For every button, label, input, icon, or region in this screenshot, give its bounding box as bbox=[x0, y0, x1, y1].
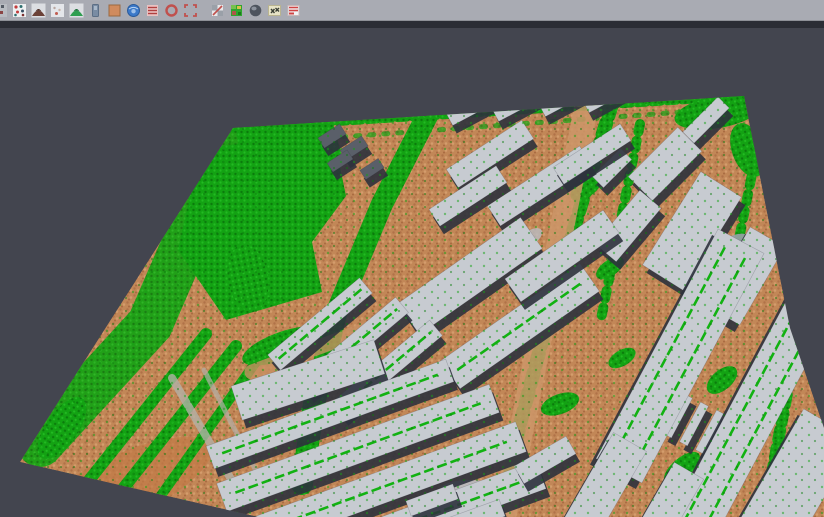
ground-class-icon[interactable] bbox=[31, 3, 46, 18]
measure-lines-icon[interactable] bbox=[145, 3, 160, 18]
circle-select-icon[interactable] bbox=[164, 3, 179, 18]
application-window bbox=[0, 0, 824, 517]
area-select-icon[interactable] bbox=[107, 3, 122, 18]
profile-tool-icon[interactable] bbox=[88, 3, 103, 18]
toolbar-separator bbox=[0, 21, 824, 28]
point-cloud-scene bbox=[0, 28, 824, 517]
vegetation-class-icon[interactable] bbox=[69, 3, 84, 18]
globe-tool-icon[interactable] bbox=[126, 3, 141, 18]
cross-section-icon[interactable] bbox=[267, 3, 282, 18]
classification-map-icon[interactable] bbox=[229, 3, 244, 18]
3d-viewport[interactable] bbox=[0, 28, 824, 517]
crop-brackets-icon[interactable] bbox=[183, 3, 198, 18]
sparse-points-icon[interactable] bbox=[50, 3, 65, 18]
classified-points-icon[interactable] bbox=[12, 3, 27, 18]
selection-points-icon[interactable] bbox=[0, 3, 8, 18]
raster-grid-icon[interactable] bbox=[210, 3, 225, 18]
sphere-render-icon[interactable] bbox=[248, 3, 263, 18]
flag-stripes-icon[interactable] bbox=[286, 3, 301, 18]
toolbar bbox=[0, 0, 824, 21]
